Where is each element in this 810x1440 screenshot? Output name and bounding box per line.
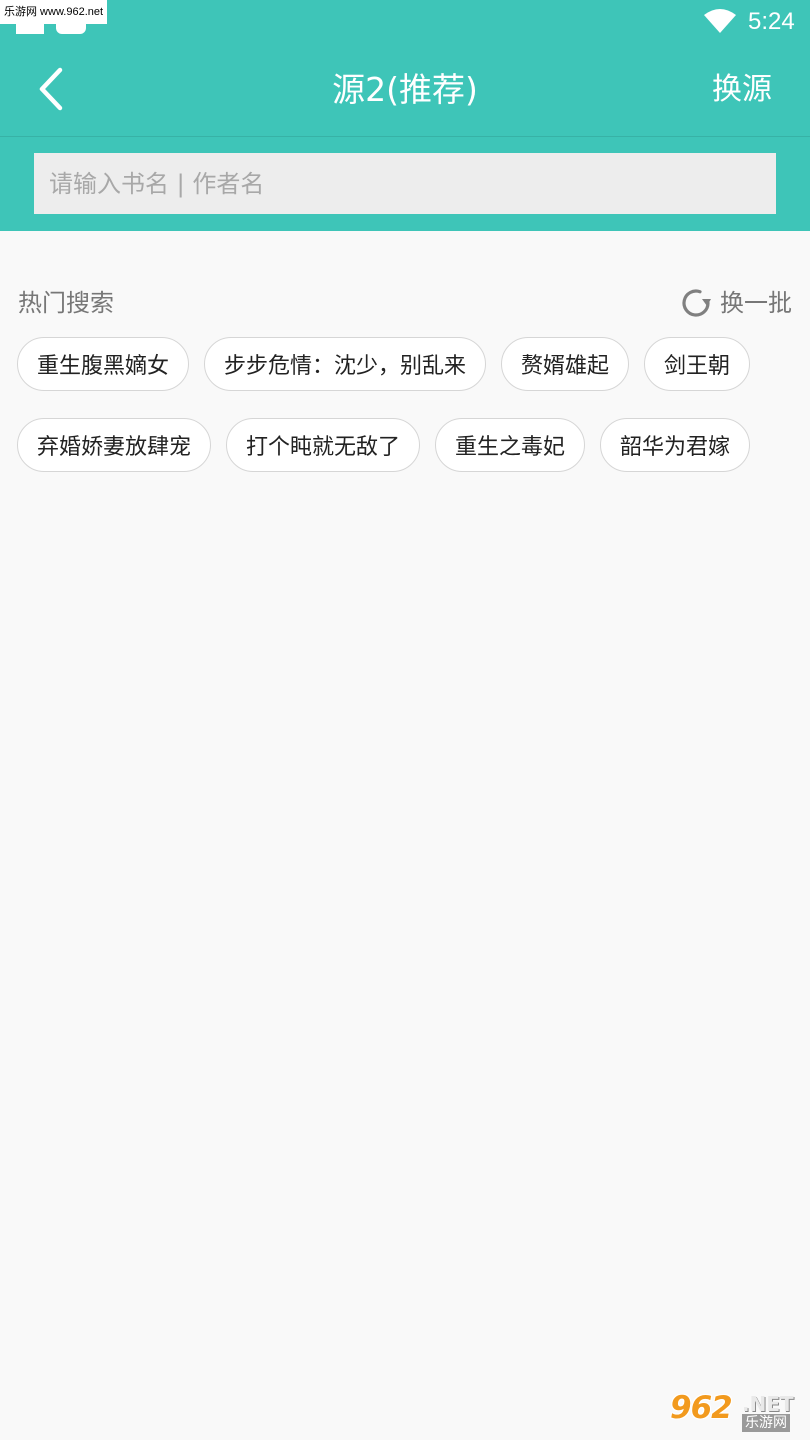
wifi-icon bbox=[704, 9, 736, 33]
hot-search-title: 热门搜索 bbox=[18, 289, 114, 317]
refresh-batch-button[interactable]: 换一批 bbox=[678, 283, 792, 323]
app-header: 乐游网 www.962.net 5:24 源2(推荐) 换源 bbox=[0, 0, 810, 231]
watermark-net: .NET bbox=[742, 1392, 794, 1416]
hot-search-tag[interactable]: 步步危情：沈少，别乱来 bbox=[204, 337, 487, 391]
hot-search-tag[interactable]: 韶华为君嫁 bbox=[600, 418, 751, 472]
hot-search-tag[interactable]: 弃婚娇妻放肆宠 bbox=[17, 418, 212, 472]
status-notification-icon bbox=[16, 22, 44, 34]
status-bar: 乐游网 www.962.net 5:24 bbox=[0, 0, 810, 44]
status-clock: 5:24 bbox=[748, 8, 795, 35]
site-watermark-top: 乐游网 www.962.net bbox=[0, 0, 108, 34]
watermark-site-name: 乐游网 bbox=[742, 1414, 790, 1432]
appbar-divider bbox=[0, 136, 810, 137]
watermark-number: 962 bbox=[670, 1390, 733, 1426]
app-bar: 源2(推荐) 换源 bbox=[0, 44, 810, 136]
page-title: 源2(推荐) bbox=[332, 70, 478, 109]
switch-source-button[interactable]: 换源 bbox=[712, 68, 772, 112]
refresh-icon bbox=[682, 289, 711, 317]
search-input[interactable] bbox=[34, 153, 776, 214]
hot-search-tag[interactable]: 重生腹黑嫡女 bbox=[17, 337, 190, 391]
back-arrow-icon[interactable] bbox=[30, 64, 74, 114]
hot-search-tag[interactable]: 赘婿雄起 bbox=[501, 337, 630, 391]
refresh-label: 换一批 bbox=[720, 289, 792, 317]
hot-search-tags: 重生腹黑嫡女 步步危情：沈少，别乱来 赘婿雄起 剑王朝 弃婚娇妻放肆宠 打个盹就… bbox=[17, 337, 807, 472]
site-watermark-logo: 962 .NET 乐游网 bbox=[668, 1390, 804, 1434]
hot-search-tag[interactable]: 剑王朝 bbox=[644, 337, 751, 391]
hot-search-tag[interactable]: 重生之毒妃 bbox=[435, 418, 586, 472]
hot-search-tag[interactable]: 打个盹就无敌了 bbox=[226, 418, 421, 472]
